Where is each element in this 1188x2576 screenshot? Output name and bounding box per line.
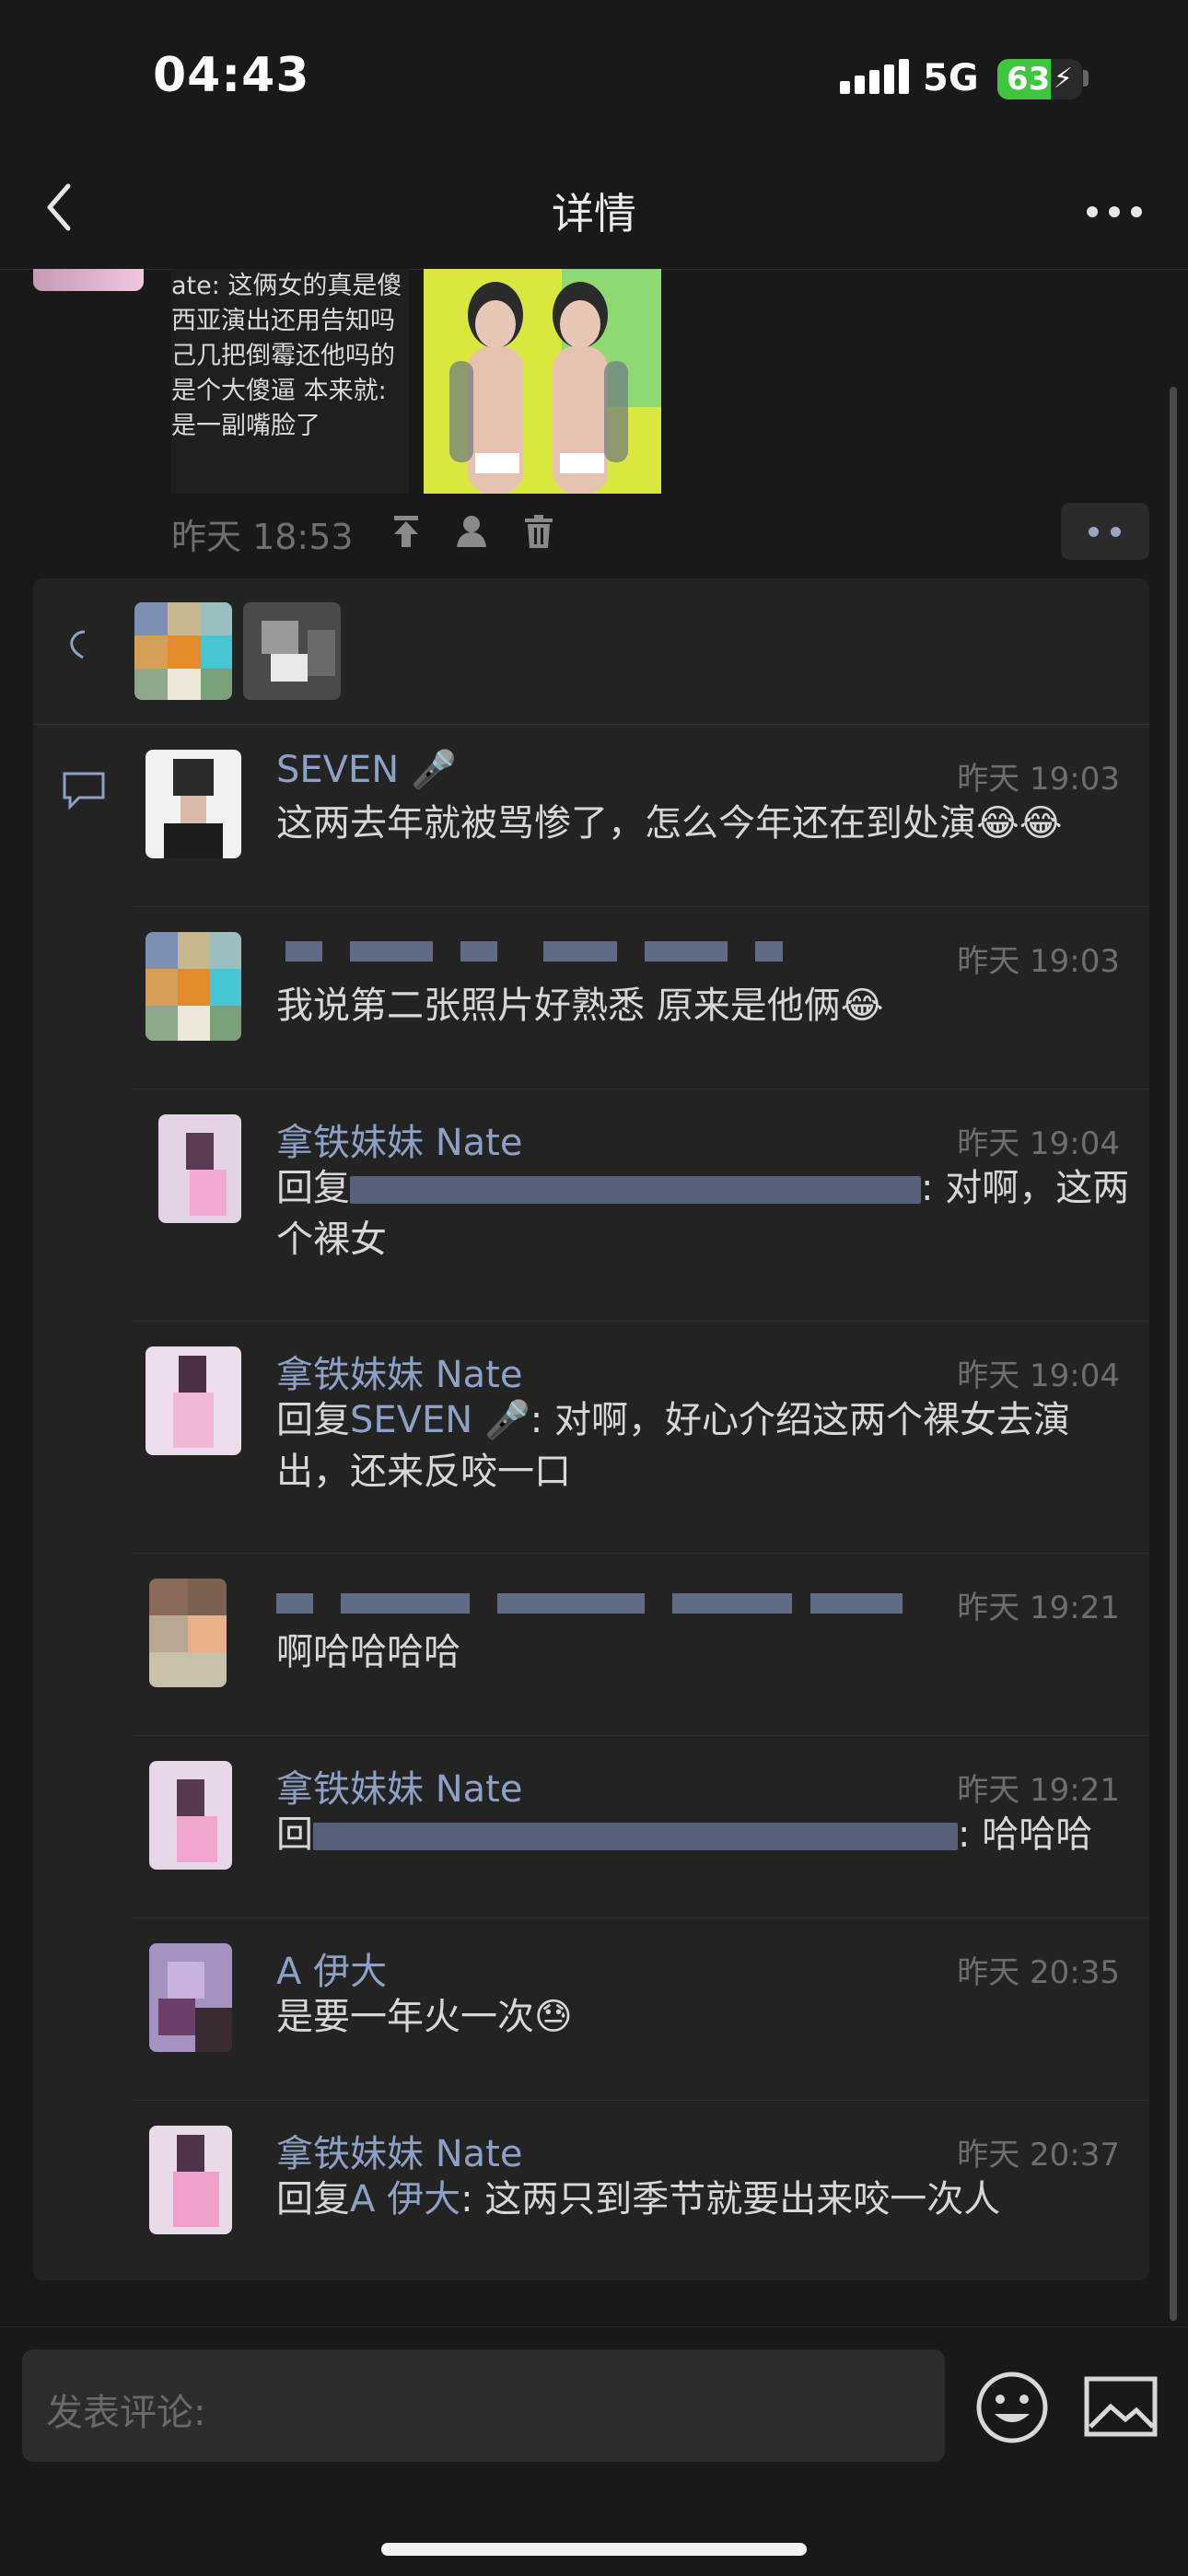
reply-prefix: 回复 xyxy=(276,1167,350,1209)
comment-time: 昨天 19:04 xyxy=(957,1358,1120,1394)
like-avatar[interactable] xyxy=(243,602,341,700)
comment-text: 回复A 伊大: 这两只到季节就要出来咬一次人 xyxy=(276,2174,1142,2225)
comment-text: 这两去年就被骂惨了，怎么今年还在到处演😂😂 xyxy=(276,798,1142,849)
comment-action-button[interactable] xyxy=(1061,503,1149,560)
commenter-name[interactable]: 拿铁妹妹 Nate xyxy=(276,1113,522,1166)
redacted-name[interactable] xyxy=(276,1590,903,1617)
post-media: ate: 这俩女的真是傻 西亚演出还用告知吗 己几把倒霉还他吗的 是个大傻逼 本… xyxy=(171,269,661,494)
avatar[interactable] xyxy=(146,750,241,858)
more-button[interactable] xyxy=(1077,179,1151,234)
comment-time: 昨天 19:03 xyxy=(957,761,1120,798)
signal-icon xyxy=(840,57,914,94)
comment-input[interactable]: 发表评论: xyxy=(22,2349,945,2462)
comment-time: 昨天 19:21 xyxy=(957,1772,1120,1809)
image-text-line: 己几把倒霉还他吗的 xyxy=(171,342,395,370)
commenter-name[interactable]: 拿铁妹妹 Nate xyxy=(276,1759,522,1813)
comment-item[interactable]: A 伊大 昨天 20:35 是要一年火一次😓 xyxy=(133,1917,1149,2101)
comment-item[interactable]: 拿铁妹妹 Nate 昨天 19:21 回 : 哈哈哈 xyxy=(133,1735,1149,1918)
photo-content xyxy=(424,269,661,494)
heart-outline-icon xyxy=(70,630,86,659)
comment-body: 我说第二张照片好熟悉 原来是他俩😂 xyxy=(276,985,884,1027)
post-time: 昨天 18:53 xyxy=(171,517,354,557)
reply-prefix: 回复 xyxy=(276,1399,350,1441)
comment-body: 啊哈哈哈哈 xyxy=(276,1631,460,1673)
likes-row xyxy=(33,578,1149,725)
avatar[interactable] xyxy=(158,1114,241,1223)
redacted-reply-target[interactable] xyxy=(350,1176,921,1204)
comment-item[interactable]: 昨天 19:03 我说第二张照片好熟悉 原来是他俩😂 xyxy=(133,906,1149,1090)
comment-time: 昨天 20:35 xyxy=(957,1954,1120,1991)
comment-text: 啊哈哈哈哈 xyxy=(276,1626,1142,1678)
reply-target-name[interactable]: SEVEN 🎤 xyxy=(350,1399,530,1441)
comment-body: : 哈哈哈 xyxy=(958,1813,1093,1856)
page-title: 详情 xyxy=(552,189,636,239)
battery-icon: 63 ⚡ xyxy=(997,59,1082,99)
comment-input-bar: 发表评论: xyxy=(0,2326,1188,2576)
interactions-panel: SEVEN 🎤 昨天 19:03 这两去年就被骂惨了，怎么今年还在到处演😂😂 昨… xyxy=(33,578,1149,2280)
comment-text: 回复SEVEN 🎤: 对啊，好心介绍这两个裸女去演出，还来反咬一口 xyxy=(276,1394,1142,1498)
comment-input-placeholder: 发表评论: xyxy=(46,2392,206,2434)
redacted-reply-target[interactable] xyxy=(313,1823,958,1850)
reply-target-name[interactable]: A 伊大 xyxy=(350,2178,460,2220)
trash-icon[interactable] xyxy=(519,512,558,551)
battery-level: 63 xyxy=(1007,61,1051,98)
comment-time: 昨天 19:21 xyxy=(957,1590,1120,1626)
scrollbar[interactable] xyxy=(1170,387,1177,2321)
pin-top-icon[interactable] xyxy=(387,512,425,551)
status-time: 04:43 xyxy=(153,48,310,103)
comment-item[interactable]: 拿铁妹妹 Nate 昨天 19:04 回复SEVEN 🎤: 对啊，好心介绍这两个… xyxy=(133,1321,1149,1554)
post-image-photo[interactable] xyxy=(424,269,661,494)
comment-item[interactable]: 拿铁妹妹 Nate 昨天 19:04 回复: 对啊，这两个裸女 xyxy=(133,1089,1149,1322)
avatar[interactable] xyxy=(146,932,241,1041)
network-type: 5G xyxy=(923,57,979,99)
comment-item[interactable]: 昨天 19:21 啊哈哈哈哈 xyxy=(133,1553,1149,1736)
image-text-line: ate: 这俩女的真是傻 xyxy=(171,272,402,300)
home-indicator[interactable] xyxy=(381,2543,807,2556)
avatar[interactable] xyxy=(146,1346,241,1455)
avatar[interactable] xyxy=(149,1943,232,2052)
redacted-name[interactable] xyxy=(276,938,792,965)
comment-text: 回 : 哈哈哈 xyxy=(276,1809,1142,1860)
comment-body: : 这两只到季节就要出来咬一次人 xyxy=(460,2178,1001,2220)
image-text-line: 是个大傻逼 本来就: xyxy=(171,377,387,405)
avatar[interactable] xyxy=(149,1761,232,1870)
comment-body: 这两去年就被骂惨了，怎么今年还在到处演😂😂 xyxy=(276,802,1063,845)
image-text-line: 是一副嘴脸了 xyxy=(171,412,320,440)
commenter-name[interactable]: 拿铁妹妹 Nate xyxy=(276,2124,522,2177)
commenter-name[interactable]: A 伊大 xyxy=(276,1941,387,1995)
comment-time: 昨天 19:03 xyxy=(957,943,1120,980)
poster-avatar[interactable] xyxy=(33,269,144,291)
commenter-name[interactable]: 拿铁妹妹 Nate xyxy=(276,1345,522,1398)
charging-bolt-icon: ⚡ xyxy=(1053,63,1073,95)
comment-time: 昨天 20:37 xyxy=(957,2137,1120,2174)
commenter-name[interactable]: SEVEN 🎤 xyxy=(276,748,457,791)
visibility-friends-icon[interactable] xyxy=(451,512,490,551)
post-image-screenshot[interactable]: ate: 这俩女的真是傻 西亚演出还用告知吗 己几把倒霉还他吗的 是个大傻逼 本… xyxy=(171,269,409,494)
comment-item[interactable]: SEVEN 🎤 昨天 19:03 这两去年就被骂惨了，怎么今年还在到处演😂😂 xyxy=(133,724,1149,907)
reply-prefix: 回复 xyxy=(276,2178,350,2220)
comment-text: 是要一年火一次😓 xyxy=(276,1991,1142,2043)
more-dots-icon xyxy=(1087,206,1142,217)
image-icon[interactable] xyxy=(1083,2373,1159,2440)
reply-prefix: 回 xyxy=(276,1813,313,1856)
comment-bubble-icon xyxy=(63,772,105,810)
image-text-line: 西亚演出还用告知吗 xyxy=(171,307,395,335)
avatar[interactable] xyxy=(149,1579,227,1687)
comment-text: 我说第二张照片好熟悉 原来是他俩😂 xyxy=(276,980,1142,1032)
battery-cap xyxy=(1083,70,1089,87)
avatar[interactable] xyxy=(149,2126,232,2234)
comment-body: 是要一年火一次😓 xyxy=(276,1996,573,2038)
nav-bar: 详情 xyxy=(0,157,1188,270)
status-bar: 04:43 5G 63 ⚡ xyxy=(0,0,1188,157)
comment-item[interactable]: 拿铁妹妹 Nate 昨天 20:37 回复A 伊大: 这两只到季节就要出来咬一次… xyxy=(133,2100,1149,2280)
like-avatar[interactable] xyxy=(134,602,232,700)
emoji-icon[interactable] xyxy=(974,2370,1050,2445)
comment-time: 昨天 19:04 xyxy=(957,1125,1120,1162)
comment-text: 回复: 对啊，这两个裸女 xyxy=(276,1162,1142,1265)
